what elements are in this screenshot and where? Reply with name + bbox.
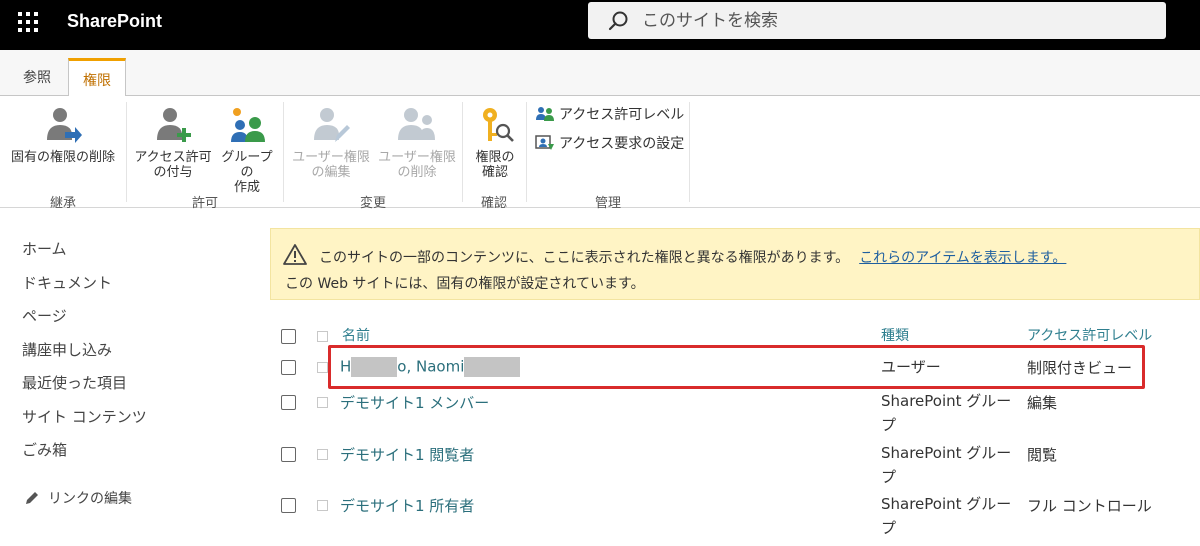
app-launcher-icon[interactable] xyxy=(18,12,38,32)
select-all-checkbox[interactable] xyxy=(281,329,296,344)
warning-banner: このサイトの一部のコンテンツに、ここに表示された権限と異なる権限があります。 これ… xyxy=(270,228,1200,300)
table-row-type: SharePoint グループ xyxy=(881,392,1012,434)
table-row-name[interactable]: デモサイト1 所有者 xyxy=(340,495,474,516)
grant-permissions-button[interactable]: アクセス許可 の付与 xyxy=(133,102,213,180)
ribbon-group-manage: アクセス許可レベル アクセス要求の設定 管理 xyxy=(527,100,689,211)
edit-links-button[interactable]: リンクの編集 xyxy=(24,488,132,508)
pencil-icon xyxy=(26,492,38,504)
group-create-icon xyxy=(231,108,265,142)
remove-user-permissions-label-2: の削除 xyxy=(397,165,437,180)
table-row-name[interactable]: デモサイト1 閲覧者 xyxy=(340,444,474,465)
grant-permissions-label-2: の付与 xyxy=(153,165,193,180)
nav-item-course-registration[interactable]: 講座申し込み xyxy=(22,339,242,373)
tab-permissions[interactable]: 権限 xyxy=(68,58,126,97)
ribbon: 固有の権限の削除 継承 アクセス許可 の付与 グループの 作成 許可 ユーザー権… xyxy=(0,96,1200,211)
access-request-settings-button[interactable]: アクセス要求の設定 xyxy=(535,133,684,153)
banner-message: このサイトの一部のコンテンツに、ここに表示された権限と異なる権限があります。 xyxy=(319,250,850,266)
search-input[interactable] xyxy=(642,8,1142,34)
table-row-level: フル コントロール xyxy=(1027,497,1152,515)
suite-bar: SharePoint xyxy=(0,0,1200,50)
table-row-type: SharePoint グループ xyxy=(881,444,1012,486)
show-items-link[interactable]: これらのアイテムを表示します。 xyxy=(859,250,1066,266)
left-navigation: ホーム ドキュメント ページ 講座申し込み 最近使った項目 サイト コンテンツ … xyxy=(22,238,242,473)
check-permissions-label-2: 確認 xyxy=(481,165,508,180)
permission-levels-button[interactable]: アクセス許可レベル xyxy=(535,104,684,124)
user-edit-icon xyxy=(314,108,350,142)
banner-line-1: このサイトの一部のコンテンツに、ここに表示された権限と異なる権限があります。 これ… xyxy=(319,247,1066,267)
group-separator xyxy=(689,102,690,202)
highlight-box xyxy=(328,345,1145,389)
nav-item-documents[interactable]: ドキュメント xyxy=(22,272,242,306)
column-header-type[interactable]: 種類 xyxy=(881,325,909,345)
permission-levels-label: アクセス許可レベル xyxy=(559,107,685,123)
row-item-checkbox[interactable] xyxy=(317,449,328,460)
table-row-type: SharePoint グループ xyxy=(881,495,1012,537)
user-arrow-icon xyxy=(47,108,82,143)
ribbon-group-check: 権限の 確認 確認 xyxy=(463,100,525,211)
check-permissions-label-1: 権限の xyxy=(475,150,515,165)
banner-line-2: この Web サイトには、固有の権限が設定されています。 xyxy=(285,276,645,292)
group-label-manage: 管理 xyxy=(594,196,621,211)
nav-item-site-contents[interactable]: サイト コンテンツ xyxy=(22,406,242,440)
nav-item-pages[interactable]: ページ xyxy=(22,305,242,339)
user-add-icon xyxy=(157,108,191,142)
user-remove-icon xyxy=(398,108,435,140)
group-label-grant: 許可 xyxy=(191,196,218,211)
header-item-checkbox[interactable] xyxy=(317,331,328,342)
row-checkbox[interactable] xyxy=(281,498,296,513)
column-header-name[interactable]: 名前 xyxy=(342,325,370,345)
table-row-level: 閲覧 xyxy=(1027,446,1058,464)
edit-links-label: リンクの編集 xyxy=(48,491,132,507)
tab-browse[interactable]: 参照 xyxy=(9,58,65,96)
edit-user-permissions-label-1: ユーザー権限 xyxy=(292,150,370,165)
row-item-checkbox[interactable] xyxy=(317,397,328,408)
ribbon-group-modify: ユーザー権限 の編集 ユーザー権限 の削除 変更 xyxy=(284,100,462,211)
row-checkbox[interactable] xyxy=(281,395,296,410)
delete-unique-permissions-button[interactable]: 固有の権限の削除 xyxy=(4,102,122,165)
row-item-checkbox[interactable] xyxy=(317,500,328,511)
check-permissions-button[interactable]: 権限の 確認 xyxy=(467,102,523,180)
row-checkbox[interactable] xyxy=(281,360,296,375)
ribbon-tab-row: 参照 権限 xyxy=(0,50,1200,97)
ribbon-group-inherit: 固有の権限の削除 継承 xyxy=(0,100,126,211)
create-group-button[interactable]: グループの 作成 xyxy=(215,102,279,195)
ribbon-group-grant: アクセス許可 の付与 グループの 作成 許可 xyxy=(127,100,283,211)
remove-user-permissions-button[interactable]: ユーザー権限 の削除 xyxy=(374,102,460,180)
access-request-icon xyxy=(535,135,554,150)
nav-item-recent[interactable]: 最近使った項目 xyxy=(22,372,242,406)
table-row-name[interactable]: デモサイト1 メンバー xyxy=(340,392,489,413)
search-box[interactable] xyxy=(588,2,1166,39)
edit-user-permissions-button[interactable]: ユーザー権限 の編集 xyxy=(288,102,374,180)
row-item-checkbox[interactable] xyxy=(317,362,328,373)
nav-item-home[interactable]: ホーム xyxy=(22,238,242,272)
nav-item-recycle-bin[interactable]: ごみ箱 xyxy=(22,439,242,473)
users-icon xyxy=(536,107,554,121)
access-request-settings-label: アクセス要求の設定 xyxy=(559,136,685,152)
row-checkbox[interactable] xyxy=(281,447,296,462)
warning-icon xyxy=(283,244,307,265)
edit-user-permissions-label-2: の編集 xyxy=(311,165,351,180)
group-label-inherit: 継承 xyxy=(49,196,76,211)
key-search-icon xyxy=(483,108,514,142)
create-group-label-1: グループの xyxy=(221,150,273,180)
column-header-level[interactable]: アクセス許可レベル xyxy=(1027,325,1152,345)
delete-unique-permissions-label: 固有の権限の削除 xyxy=(10,150,115,165)
grant-permissions-label-1: アクセス許可 xyxy=(134,150,212,165)
search-icon xyxy=(608,11,628,31)
group-label-check: 確認 xyxy=(480,196,507,211)
remove-user-permissions-label-1: ユーザー権限 xyxy=(378,150,456,165)
group-label-modify: 変更 xyxy=(359,196,386,211)
app-title[interactable]: SharePoint xyxy=(67,11,162,32)
table-row-level: 編集 xyxy=(1027,394,1058,412)
